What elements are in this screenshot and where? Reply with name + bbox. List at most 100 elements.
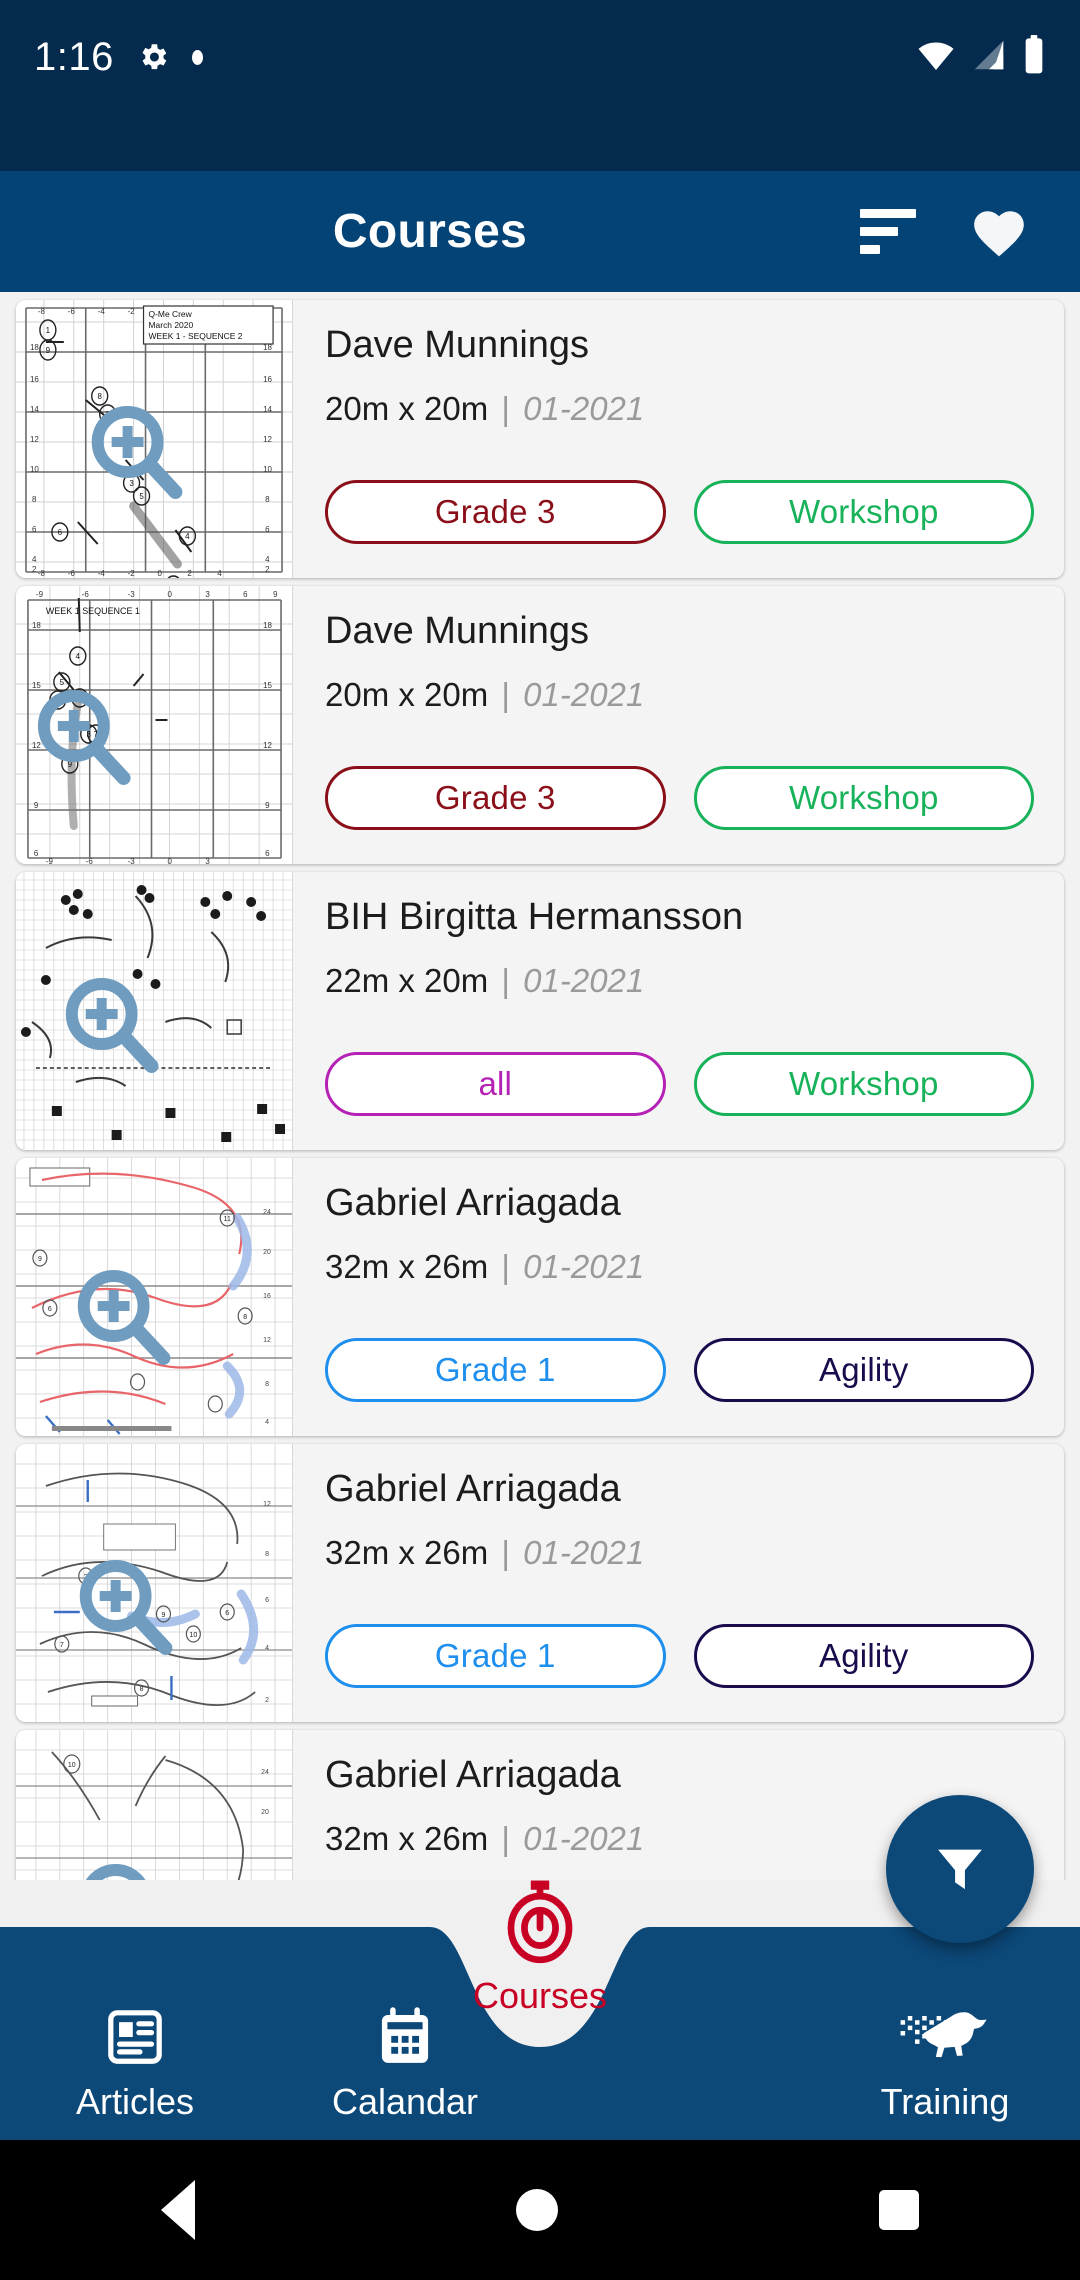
- svg-text:-6: -6: [68, 569, 76, 578]
- app-bar: Courses: [0, 171, 1080, 292]
- course-thumbnail[interactable]: 10 24 20: [16, 1730, 293, 1880]
- filter-fab[interactable]: [886, 1795, 1034, 1943]
- svg-text:0: 0: [167, 590, 172, 599]
- svg-text:24: 24: [263, 1209, 271, 1216]
- svg-text:-2: -2: [128, 569, 136, 578]
- status-bar-left: 1:16: [34, 30, 203, 84]
- course-info: Gabriel Arriagada 32m x 26m | 01-2021 Gr…: [293, 1158, 1064, 1436]
- svg-text:-8: -8: [38, 569, 46, 578]
- course-card[interactable]: 11 9 6 8 24 20 16 12 8 4 Gabriel Arriagada: [16, 1158, 1064, 1436]
- svg-text:3: 3: [205, 590, 210, 599]
- course-size: 32m x 26m: [325, 1247, 489, 1285]
- course-map-diagram: 10 24 20: [16, 1730, 292, 1880]
- type-badge[interactable]: Workshop: [693, 766, 1034, 830]
- status-time: 1:16: [34, 35, 114, 79]
- course-thumbnail[interactable]: [16, 872, 293, 1150]
- grade-badge[interactable]: Grade 1: [325, 1624, 666, 1688]
- svg-text:3: 3: [87, 730, 92, 739]
- nav-item-courses[interactable]: Courses: [445, 1877, 635, 2017]
- svg-text:9: 9: [265, 801, 270, 810]
- svg-text:20: 20: [263, 1249, 271, 1256]
- svg-text:6: 6: [265, 525, 270, 534]
- svg-text:18: 18: [263, 621, 272, 630]
- notification-dot-icon: [191, 49, 203, 65]
- svg-text:4: 4: [265, 1645, 269, 1652]
- svg-text:0: 0: [167, 857, 172, 864]
- svg-text:10: 10: [263, 465, 272, 474]
- course-card[interactable]: -8-6-4 -202 1818 1616 1414 1212 1010 88 …: [16, 300, 1064, 578]
- favourite-heart-icon[interactable]: [970, 206, 1028, 258]
- nav-item-training[interactable]: Training: [810, 2004, 1080, 2140]
- svg-text:-6: -6: [68, 307, 76, 316]
- svg-text:8: 8: [32, 495, 37, 504]
- svg-text:6: 6: [265, 1597, 269, 1604]
- sort-icon[interactable]: [860, 209, 918, 255]
- home-button[interactable]: [515, 2189, 558, 2231]
- meta-separator: |: [501, 389, 510, 427]
- svg-text:4: 4: [217, 569, 222, 578]
- svg-text:12: 12: [263, 435, 272, 444]
- grade-badge[interactable]: Grade 1: [325, 1338, 666, 1402]
- course-info: Dave Munnings 20m x 20m | 01-2021 Grade …: [293, 300, 1064, 578]
- svg-text:8: 8: [265, 1551, 269, 1558]
- svg-text:8: 8: [265, 1381, 269, 1388]
- bottom-navigation[interactable]: Articles Calandar Training Courses: [0, 1880, 1080, 2140]
- svg-text:6: 6: [32, 525, 37, 534]
- running-dog-icon: [900, 2012, 987, 2058]
- svg-text:-3: -3: [128, 590, 136, 599]
- course-size: 22m x 20m: [325, 961, 489, 999]
- nav-label-articles: Articles: [75, 2081, 195, 2122]
- course-info: Gabriel Arriagada 32m x 26m | 01-2021 Gr…: [293, 1444, 1064, 1722]
- type-badge[interactable]: Agility: [693, 1338, 1034, 1402]
- course-list[interactable]: -8-6-4 -202 1818 1616 1414 1212 1010 88 …: [0, 292, 1080, 1880]
- nav-item-articles[interactable]: Articles: [0, 2004, 270, 2140]
- gear-icon: [136, 40, 170, 74]
- status-bar-right: [916, 30, 1046, 84]
- svg-text:12: 12: [32, 741, 41, 750]
- course-card[interactable]: 2 9 10 768 12 8 6 42 Gabriel Arriagada 3…: [16, 1444, 1064, 1722]
- grade-badge[interactable]: all: [325, 1052, 666, 1116]
- recents-button[interactable]: [879, 2190, 920, 2230]
- course-date: 01-2021: [523, 675, 645, 713]
- course-thumbnail[interactable]: -8-6-4 -202 1818 1616 1414 1212 1010 88 …: [16, 300, 293, 578]
- course-author: Gabriel Arriagada: [325, 1754, 621, 1796]
- course-badges: Grade 3 Workshop: [325, 480, 1034, 544]
- course-thumbnail[interactable]: 11 9 6 8 24 20 16 12 8 4: [16, 1158, 293, 1436]
- course-thumbnail[interactable]: 2 9 10 768 12 8 6 42: [16, 1444, 293, 1722]
- course-badges: Grade 1 Agility: [325, 1338, 1034, 1402]
- course-date: 01-2021: [523, 1533, 645, 1571]
- wifi-icon: [916, 35, 956, 80]
- svg-text:9: 9: [34, 801, 39, 810]
- svg-text:15: 15: [32, 681, 41, 690]
- svg-text:1: 1: [46, 326, 51, 335]
- svg-text:4: 4: [265, 555, 270, 564]
- android-navigation-bar[interactable]: [0, 2140, 1080, 2280]
- type-badge[interactable]: Workshop: [693, 1052, 1034, 1116]
- svg-text:10: 10: [30, 465, 39, 474]
- svg-text:11: 11: [224, 1216, 231, 1223]
- svg-text:6: 6: [243, 590, 248, 599]
- course-card[interactable]: BIH Birgitta Hermansson 22m x 20m | 01-2…: [16, 872, 1064, 1150]
- svg-text:5: 5: [60, 678, 65, 687]
- svg-text:4: 4: [185, 532, 190, 541]
- svg-text:6: 6: [265, 849, 270, 858]
- type-badge[interactable]: Workshop: [693, 480, 1034, 544]
- status-bar: 1:16: [0, 0, 1080, 171]
- grade-badge[interactable]: Grade 3: [325, 766, 666, 830]
- type-badge[interactable]: Agility: [693, 1624, 1034, 1688]
- course-card[interactable]: -9 -6 -3 0369 18 18 15 15 12 12 99 66 -9 -6 -3 …: [16, 586, 1064, 864]
- course-author: BIH Birgitta Hermansson: [325, 896, 744, 938]
- svg-text:3: 3: [129, 479, 134, 488]
- svg-text:10: 10: [189, 1632, 197, 1639]
- course-badges: all Workshop: [325, 1052, 1034, 1116]
- course-thumbnail[interactable]: -9 -6 -3 0369 18 18 15 15 12 12 99 66 -9 -6 -3 …: [16, 586, 293, 864]
- grade-badge[interactable]: Grade 3: [325, 480, 666, 544]
- nav-item-calendar[interactable]: Calandar: [270, 2004, 540, 2140]
- svg-text:6: 6: [58, 528, 63, 537]
- course-date: 01-2021: [523, 1247, 645, 1285]
- course-meta: 20m x 20m | 01-2021: [325, 390, 1034, 428]
- svg-text:20: 20: [261, 1809, 269, 1816]
- svg-text:8: 8: [97, 392, 102, 401]
- back-button[interactable]: [160, 2180, 195, 2240]
- nav-label-courses: Courses: [472, 1975, 608, 2016]
